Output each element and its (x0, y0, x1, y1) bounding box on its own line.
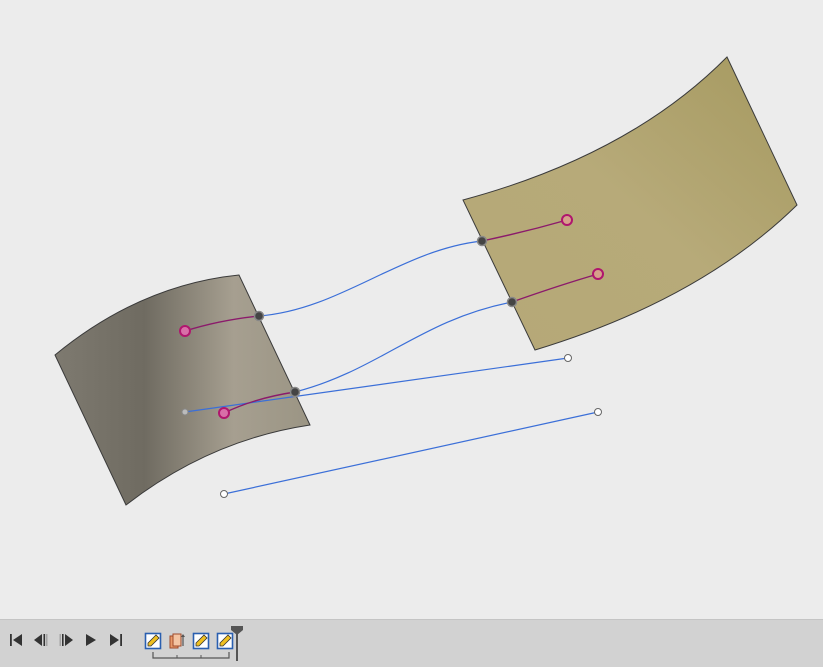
guide-endpoint[interactable] (594, 408, 602, 416)
extrude-feature-icon[interactable] (168, 632, 186, 650)
timeline-bar (0, 619, 823, 667)
handle-point[interactable] (179, 325, 191, 337)
canvas-viewport[interactable] (0, 0, 823, 619)
skip-to-start-icon[interactable] (6, 630, 26, 650)
model-canvas[interactable] (0, 0, 823, 619)
connection-point[interactable] (253, 310, 265, 322)
feature-group-bracket (152, 652, 230, 659)
guide-endpoint[interactable] (220, 490, 228, 498)
connection-point[interactable] (506, 296, 518, 308)
connector-curve-bottom[interactable] (294, 301, 513, 393)
step-forward-icon[interactable] (56, 630, 76, 650)
guide-endpoint[interactable] (181, 408, 189, 416)
handle-point[interactable] (218, 407, 230, 419)
handle-point[interactable] (561, 214, 573, 226)
skip-to-end-icon[interactable] (106, 630, 126, 650)
connection-point[interactable] (476, 235, 488, 247)
play-icon[interactable] (81, 630, 101, 650)
surface-left[interactable] (54, 274, 311, 506)
timeline-marker-icon[interactable] (230, 626, 244, 662)
guide-endpoint[interactable] (564, 354, 572, 362)
connector-curve-top[interactable] (258, 240, 483, 317)
sketch-feature-icon[interactable] (144, 632, 162, 650)
connection-point[interactable] (289, 386, 301, 398)
sketch-feature-icon[interactable] (192, 632, 210, 650)
step-back-icon[interactable] (31, 630, 51, 650)
handle-point[interactable] (592, 268, 604, 280)
